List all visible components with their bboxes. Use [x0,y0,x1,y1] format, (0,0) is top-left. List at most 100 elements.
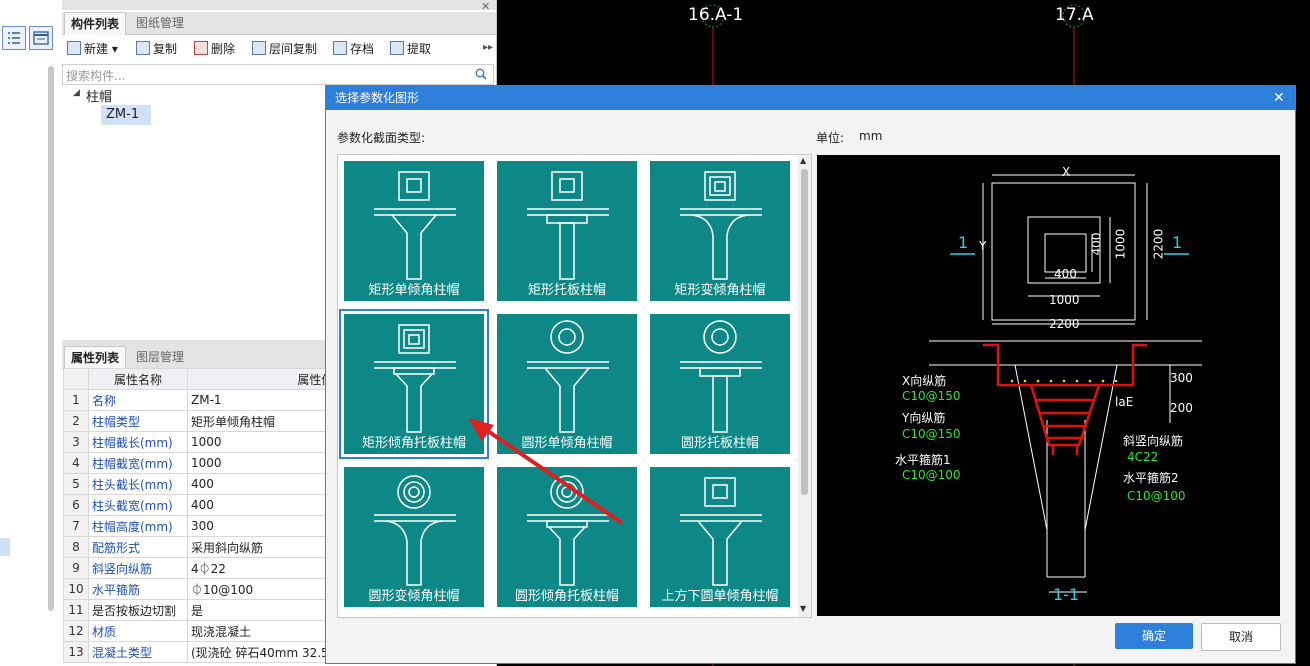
shape-option-round-plate[interactable]: 圆形托板柱帽 [650,314,790,454]
shape-option-rect-plate[interactable]: 矩形托板柱帽 [497,161,637,301]
shape-thumbnail-icon [680,477,762,586]
scroll-thumb[interactable] [801,169,808,495]
dim-1000-side: 1000 [1113,228,1128,260]
hoop2-label: 水平箍筋2 [1123,471,1179,485]
property-value[interactable]: 4⏀22 [186,557,338,579]
dim-y: Y [979,239,987,253]
tab-component-list[interactable]: 构件列表 [64,12,127,35]
toolbar-more-icon[interactable]: ▸▸ [483,42,493,53]
grid-scrollbar[interactable]: ▲ ▼ [798,155,811,617]
y-bar-label: Y向纵筋 [902,411,946,425]
shape-option-rect-variable-slope[interactable]: 矩形变倾角柱帽 [650,161,790,301]
shape-option-label: 矩形变倾角柱帽 [674,283,766,298]
table-row[interactable]: 8 配筋形式 采用斜向纵筋 [63,536,338,558]
new-icon [67,41,81,55]
dim-1000-bottom: 1000 [1049,293,1080,307]
property-table: 属性名称 属性值 1 名称 ZM-1 2 柱帽类型 矩形单倾角柱帽 3 柱帽截长(mm) 100… [63,368,338,663]
row-index: 6 [63,494,89,516]
property-name: 柱帽截宽(mm) [88,452,188,474]
property-value[interactable]: 1000 [186,452,338,474]
new-button[interactable]: 新建 ▾ [67,39,118,59]
archive-button[interactable]: 存档 [333,39,374,59]
row-index: 12 [63,620,89,642]
select-parametric-shape-dialog: 选择参数化图形 ✕ 参数化截面类型: 单位: mm 矩形单倾角柱帽 矩形托板柱帽 矩… [325,85,1296,664]
property-value[interactable]: 1000 [186,431,338,453]
copy-label: 复制 [153,42,178,56]
dialog-close-icon[interactable]: ✕ [1273,86,1285,110]
copy-button[interactable]: 复制 [136,39,177,59]
table-row[interactable]: 7 柱帽高度(mm) 300 [63,515,338,537]
dialog-titlebar: 选择参数化图形 ✕ [326,86,1295,110]
floor-copy-label: 层间复制 [269,42,318,56]
table-row[interactable]: 10 水平箍筋 ⏀10@100 [63,578,338,600]
property-value[interactable]: 是 [186,599,338,621]
property-value[interactable]: 400 [186,473,338,495]
property-name: 配筋形式 [88,536,188,558]
tab-property-list[interactable]: 属性列表 [64,346,127,369]
search-icon[interactable] [475,68,487,80]
shape-thumbnail-icon [680,171,762,280]
shape-thumbnail-icon [374,171,456,280]
delete-button[interactable]: 删除 [194,39,235,59]
shape-option-label: 圆形变倾角柱帽 [368,589,460,604]
floor-copy-button[interactable]: 层间复制 [252,39,317,59]
property-name: 混凝土类型 [88,641,188,663]
ok-button[interactable]: 确定 [1115,623,1193,649]
tree-expand-icon[interactable]: ◢ [73,88,80,98]
extract-button[interactable]: 提取 [390,39,431,59]
tab-drawing-management[interactable]: 图纸管理 [130,12,190,34]
table-row[interactable]: 2 柱帽类型 矩形单倾角柱帽 [63,410,338,432]
header-value: 属性值 [186,368,338,390]
scroll-up-icon[interactable]: ▲ [800,156,806,165]
table-row[interactable]: 6 柱头截宽(mm) 400 [63,494,338,516]
component-tabbar: 构件列表 图纸管理 [62,12,496,35]
selection-marker [0,538,10,556]
table-row[interactable]: 12 材质 现浇混凝土 [63,620,338,642]
scroll-down-icon[interactable]: ▼ [800,604,806,613]
extract-icon [390,41,404,55]
property-value[interactable]: ZM-1 [186,389,338,411]
left-scrollbar[interactable] [48,66,54,611]
property-value[interactable]: 矩形单倾角柱帽 [186,410,338,432]
table-row[interactable]: 5 柱头截长(mm) 400 [63,473,338,495]
row-index: 4 [63,452,89,474]
property-value[interactable]: 采用斜向纵筋 [186,536,338,558]
preview-canvas: X Y 400 400 1000 1000 2200 2200 1 1 300 … [817,155,1280,616]
shape-option-rect-single-slope[interactable]: 矩形单倾角柱帽 [344,161,484,301]
unit-label: 单位: [816,131,845,145]
property-value[interactable]: 400 [186,494,338,516]
archive-icon [333,41,347,55]
tree-item-zm1[interactable]: ZM-1 [101,105,151,125]
property-value[interactable]: ⏀10@100 [186,578,338,600]
property-name: 柱头截长(mm) [88,473,188,495]
dim-200: 200 [1170,401,1193,415]
window-view-icon[interactable] [29,26,53,50]
table-row[interactable]: 11 是否按板边切割是 [63,599,338,621]
property-value[interactable]: (现浇砼 碎石40mm 32.5) [186,641,338,663]
new-label: 新建 [84,42,109,56]
shape-option-square-top-round-bottom[interactable]: 上方下圆单倾角柱帽 [650,467,790,607]
search-box[interactable]: 搜索构件... [62,64,494,85]
table-row[interactable]: 1 名称 ZM-1 [63,389,338,411]
archive-label: 存档 [350,42,375,56]
list-view-icon[interactable] [2,26,26,50]
header-index [63,368,89,390]
section-type-label: 参数化截面类型: [337,131,426,145]
shape-option-label: 上方下圆单倾角柱帽 [661,589,779,604]
copy-icon [136,41,150,55]
property-value[interactable]: 300 [186,515,338,537]
cancel-button[interactable]: 取消 [1201,623,1281,651]
tree-root-label[interactable]: 柱帽 [86,86,112,105]
left-toolstrip [0,0,63,666]
hoop1-value: C10@100 [902,468,961,482]
table-row[interactable]: 3 柱帽截长(mm) 1000 [63,431,338,453]
tab-layer-management[interactable]: 图层管理 [130,346,190,368]
property-name: 材质 [88,620,188,642]
dim-2200-side: 2200 [1151,228,1166,260]
table-row[interactable]: 4 柱帽截宽(mm) 1000 [63,452,338,474]
table-row[interactable]: 13 混凝土类型 (现浇砼 碎石40mm 32.5) [63,641,338,663]
property-value[interactable]: 现浇混凝土 [186,620,338,642]
table-row[interactable]: 9 斜竖向纵筋 4⏀22 [63,557,338,579]
x-bar-value: C10@150 [902,389,961,403]
search-input[interactable]: 搜索构件... [66,67,125,84]
